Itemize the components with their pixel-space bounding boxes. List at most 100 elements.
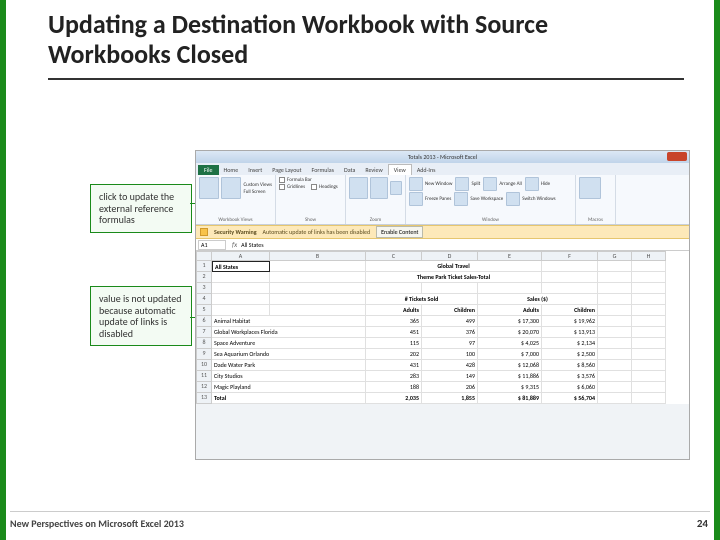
cell[interactable]: 365	[366, 316, 422, 327]
cell[interactable]	[542, 272, 598, 283]
cell[interactable]	[542, 261, 598, 272]
cell[interactable]	[632, 371, 666, 382]
gridlines-check[interactable]: Gridlines	[287, 184, 305, 190]
hide-icon[interactable]	[525, 177, 539, 191]
row-header[interactable]: 10	[196, 360, 212, 371]
cell[interactable]: 115	[366, 338, 422, 349]
col-header[interactable]: D	[422, 251, 478, 261]
tab-file[interactable]: File	[198, 165, 219, 175]
cell[interactable]	[542, 283, 598, 294]
tab-addins[interactable]: Add-Ins	[412, 165, 441, 175]
cell[interactable]: $ 17,300	[478, 316, 542, 327]
cell-name[interactable]: Total	[212, 393, 366, 404]
zoom-icon[interactable]	[349, 177, 368, 199]
cell[interactable]: 2,035	[366, 393, 422, 404]
tab-formulas[interactable]: Formulas	[307, 165, 339, 175]
page-break-icon[interactable]	[221, 177, 241, 199]
cell[interactable]	[598, 283, 632, 294]
checkbox-icon[interactable]	[311, 184, 317, 190]
cell[interactable]	[598, 338, 632, 349]
row-header[interactable]: 8	[196, 338, 212, 349]
cell-name[interactable]: Magic Playland	[212, 382, 366, 393]
row-header[interactable]: 5	[196, 305, 212, 316]
arrange-label[interactable]: Arrange All	[499, 181, 521, 187]
cell[interactable]	[270, 261, 366, 272]
freeze-label[interactable]: Freeze Panes	[425, 196, 451, 202]
cell[interactable]	[366, 283, 422, 294]
cell-subtitle[interactable]: Theme Park Ticket Sales-Total	[366, 272, 542, 283]
freeze-icon[interactable]	[409, 192, 423, 206]
cell[interactable]	[632, 393, 666, 404]
save-workspace-icon[interactable]	[454, 192, 468, 206]
col-header[interactable]: C	[366, 251, 422, 261]
cell[interactable]: Children	[542, 305, 598, 316]
normal-view-icon[interactable]	[199, 177, 219, 199]
cell[interactable]: 428	[422, 360, 478, 371]
cell[interactable]: 283	[366, 371, 422, 382]
switch-label[interactable]: Switch Windows	[522, 196, 555, 202]
cell[interactable]	[212, 305, 270, 316]
cell[interactable]: $ 2,500	[542, 349, 598, 360]
cell[interactable]	[598, 327, 632, 338]
custom-views-label[interactable]: Custom Views	[243, 182, 272, 188]
cell[interactable]: 97	[422, 338, 478, 349]
cell[interactable]	[270, 294, 366, 305]
cell[interactable]	[632, 316, 666, 327]
cell[interactable]	[632, 283, 666, 294]
row-header[interactable]: 6	[196, 316, 212, 327]
cell[interactable]	[632, 261, 666, 272]
cell[interactable]: $ 11,886	[478, 371, 542, 382]
tab-view[interactable]: View	[388, 164, 412, 175]
cell[interactable]: $ 56,704	[542, 393, 598, 404]
tab-review[interactable]: Review	[360, 165, 387, 175]
cell[interactable]: 149	[422, 371, 478, 382]
cell[interactable]	[632, 272, 666, 283]
cell[interactable]	[632, 349, 666, 360]
cell[interactable]	[212, 272, 270, 283]
cell[interactable]: 451	[366, 327, 422, 338]
cell[interactable]: $ 8,560	[542, 360, 598, 371]
cell[interactable]: 188	[366, 382, 422, 393]
headings-check[interactable]: Headings	[319, 184, 338, 190]
cell[interactable]	[598, 272, 632, 283]
cell[interactable]: Adults	[478, 305, 542, 316]
cell[interactable]	[632, 305, 666, 316]
new-window-icon[interactable]	[409, 177, 423, 191]
tab-insert[interactable]: Insert	[243, 165, 267, 175]
save-ws-label[interactable]: Save Workspace	[470, 196, 503, 202]
col-header[interactable]: G	[598, 251, 632, 261]
row-header[interactable]: 13	[196, 393, 212, 404]
cell[interactable]	[598, 360, 632, 371]
row-header[interactable]: 2	[196, 272, 212, 283]
cell[interactable]: $ 3,576	[542, 371, 598, 382]
cell[interactable]	[598, 382, 632, 393]
cell[interactable]	[212, 294, 270, 305]
formula-bar-check[interactable]: Formula Bar	[287, 177, 312, 183]
cell[interactable]	[270, 305, 366, 316]
cell[interactable]	[632, 338, 666, 349]
cell-a1[interactable]: All States	[212, 261, 270, 272]
col-header[interactable]: B	[270, 251, 366, 261]
cell[interactable]: # Tickets Sold	[366, 294, 478, 305]
cell[interactable]	[422, 283, 478, 294]
row-header[interactable]: 7	[196, 327, 212, 338]
cell[interactable]	[478, 283, 542, 294]
macros-icon[interactable]	[579, 177, 601, 199]
arrange-icon[interactable]	[483, 177, 497, 191]
full-screen-label[interactable]: Full Screen	[243, 189, 272, 195]
cell[interactable]: $ 20,070	[478, 327, 542, 338]
cell[interactable]	[598, 371, 632, 382]
row-header[interactable]: 9	[196, 349, 212, 360]
tab-home[interactable]: Home	[219, 165, 244, 175]
cell[interactable]	[632, 294, 666, 305]
cell[interactable]	[632, 382, 666, 393]
cell[interactable]	[632, 327, 666, 338]
cell[interactable]: 376	[422, 327, 478, 338]
row-header[interactable]: 11	[196, 371, 212, 382]
cell[interactable]: $ 6,060	[542, 382, 598, 393]
cell[interactable]	[598, 316, 632, 327]
new-window-label[interactable]: New Window	[425, 181, 452, 187]
cell-name[interactable]: Global Workplaces Florida	[212, 327, 366, 338]
cell[interactable]: 202	[366, 349, 422, 360]
row-header[interactable]: 1	[196, 261, 212, 272]
